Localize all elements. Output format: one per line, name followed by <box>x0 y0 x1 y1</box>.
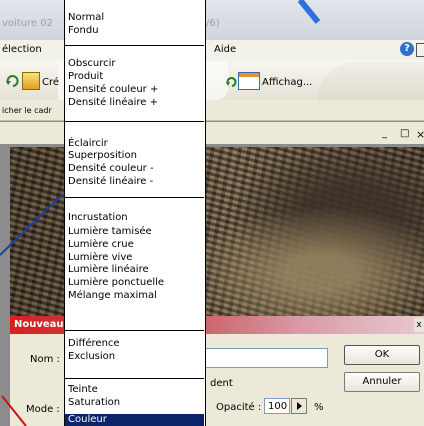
blend-mode-item[interactable]: Obscurcir <box>68 58 116 70</box>
menu-separator <box>64 121 204 122</box>
blend-mode-item[interactable]: Fondu <box>68 25 99 37</box>
menu-separator <box>64 378 204 379</box>
blend-mode-item[interactable]: Densité linéaire - <box>68 176 153 188</box>
blend-mode-item[interactable]: Éclaircir <box>68 138 108 150</box>
blend-mode-item[interactable]: Lumière vive <box>68 252 132 264</box>
menu-separator <box>64 197 204 198</box>
menu-separator <box>64 330 204 331</box>
blend-mode-item[interactable]: Densité linéaire + <box>68 97 158 109</box>
blend-mode-item[interactable]: Saturation <box>68 397 120 409</box>
menu-separator <box>64 45 204 46</box>
blend-mode-item[interactable]: Lumière crue <box>68 239 134 251</box>
blend-mode-item[interactable]: Lumière tamisée <box>68 226 152 238</box>
blend-mode-item[interactable]: Densité couleur + <box>68 84 158 96</box>
blend-mode-item[interactable]: Couleur <box>68 414 107 426</box>
blend-mode-item[interactable]: Mélange maximal <box>68 290 157 302</box>
blend-mode-item[interactable]: Normal <box>68 12 104 24</box>
blend-mode-item[interactable]: Différence <box>68 338 120 350</box>
blend-mode-item[interactable]: Lumière linéaire <box>68 264 149 276</box>
blend-mode-item[interactable]: Produit <box>68 71 103 83</box>
blend-mode-item[interactable]: Superposition <box>68 150 137 162</box>
blend-mode-item[interactable]: Densité couleur - <box>68 163 154 175</box>
blend-mode-item[interactable]: Incrustation <box>68 212 128 224</box>
blend-mode-item[interactable]: Lumière ponctuelle <box>68 277 164 289</box>
blend-mode-item[interactable]: Teinte <box>68 384 98 396</box>
blend-mode-item[interactable]: Exclusion <box>68 351 115 363</box>
